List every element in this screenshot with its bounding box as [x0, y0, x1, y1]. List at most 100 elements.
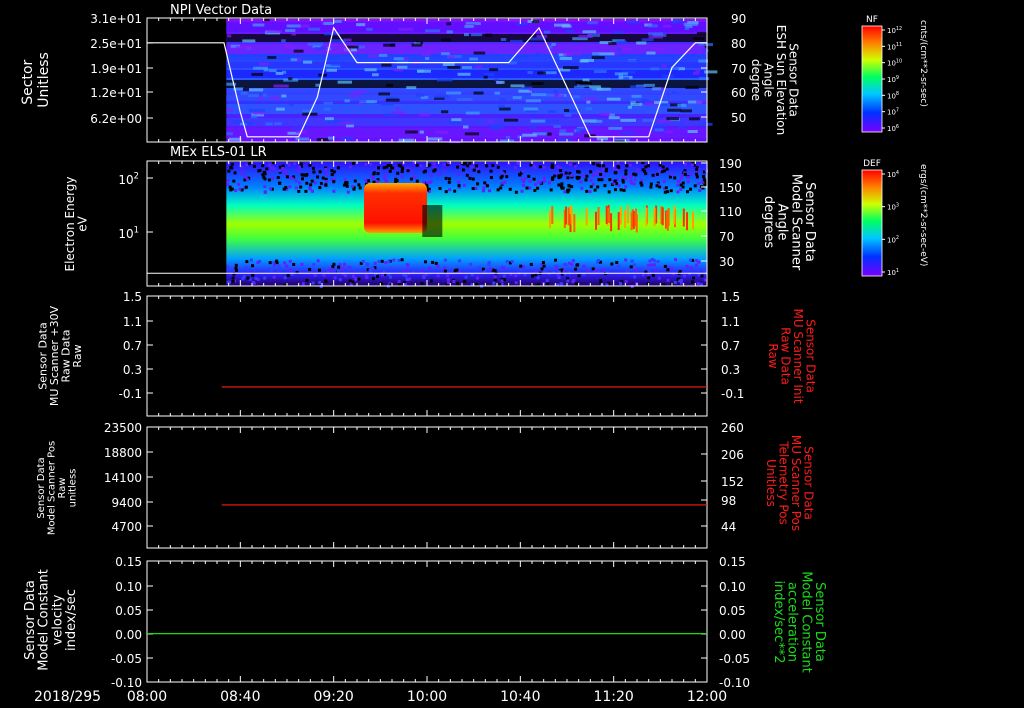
npi-pixel	[273, 84, 289, 88]
npi-pixel	[575, 81, 589, 85]
els-speckle	[487, 261, 491, 265]
npi-pixel	[426, 137, 443, 141]
npi-pixel	[324, 117, 334, 121]
els-speckle	[444, 190, 448, 194]
npi-pixel	[489, 124, 505, 128]
els-red-streak	[624, 209, 627, 228]
npi-right-tick: 50	[731, 111, 746, 125]
npi-pixel	[448, 121, 461, 125]
els-speckle	[634, 268, 638, 272]
npi-pixel	[530, 126, 537, 130]
npi-pixel	[242, 87, 249, 91]
npi-pixel	[250, 115, 258, 119]
npi-pixel	[551, 42, 556, 46]
els-speckle	[634, 173, 638, 177]
els-speckle	[562, 269, 566, 273]
els-speckle	[615, 260, 619, 264]
els-speckle	[263, 172, 267, 176]
els-speckle	[568, 162, 572, 166]
npi-pixel	[688, 117, 700, 121]
els-red-streak	[585, 207, 588, 226]
npi-pixel	[341, 137, 354, 141]
npi-pixel	[245, 100, 253, 104]
els-speckle	[304, 189, 308, 193]
p4-right-label-line: Unitless	[764, 459, 778, 507]
npi-pixel	[583, 97, 597, 101]
npi-pixel	[692, 71, 700, 75]
els-speckle	[381, 273, 385, 277]
npi-pixel	[425, 29, 441, 33]
els-speckle	[226, 183, 230, 187]
npi-pixel	[527, 70, 533, 74]
time-axis: 2018/295 08:00 08:40 09:20 10:00 10:40 11:20 1…	[34, 689, 727, 705]
els-speckle	[237, 182, 241, 186]
els-red-streak	[692, 211, 695, 230]
els-speckle	[267, 170, 271, 174]
els-speckle	[364, 162, 368, 166]
els-speckle	[508, 187, 512, 191]
els-red-burst	[364, 183, 427, 233]
els-speckle	[519, 264, 523, 268]
p5-right-tick: -0.05	[719, 652, 750, 666]
els-speckle	[382, 166, 386, 170]
els-speckle	[456, 173, 460, 177]
els-speckle	[657, 169, 661, 173]
npi-pixel	[446, 91, 462, 95]
npi-pixel	[456, 98, 473, 102]
els-speckle	[406, 268, 410, 272]
els-speckle	[257, 169, 261, 173]
panel-mex-els: MEx ELS-01 LR 102 101 Electron EnergyeV 190…	[63, 145, 817, 288]
els-speckle	[520, 189, 524, 193]
p3-left-label: Sensor DataMU Scanner +30VRaw DataRaw	[37, 305, 85, 406]
npi-pixel	[692, 37, 705, 41]
els-speckle	[252, 281, 256, 285]
els-speckle	[422, 275, 426, 279]
els-speckle	[248, 162, 252, 166]
els-speckle	[678, 279, 682, 283]
npi-pixel	[537, 71, 546, 75]
npi-pixel	[608, 42, 617, 46]
els-speckle	[337, 265, 341, 269]
els-speckle	[608, 178, 612, 182]
els-speckle	[249, 258, 253, 262]
els-speckle	[332, 180, 336, 184]
els-speckle	[662, 179, 666, 183]
els-speckle	[468, 161, 472, 165]
els-speckle	[314, 181, 318, 185]
els-speckle	[688, 258, 692, 262]
npi-pixel	[274, 122, 282, 126]
els-speckle	[230, 267, 234, 271]
els-speckle	[462, 183, 466, 187]
els-speckle	[301, 177, 305, 181]
p4-left-tick: 14100	[104, 471, 142, 485]
els-speckle	[336, 269, 340, 273]
panel-npi-vector: NPI Vector Data 3.1e+01 2.5e+01 1.9e+01 1.2…	[20, 3, 801, 144]
els-speckle	[443, 269, 447, 273]
els-speckle	[423, 260, 427, 264]
els-speckle	[585, 174, 589, 178]
npi-pixel	[496, 80, 505, 84]
els-speckle	[348, 279, 352, 283]
els-left-label: Electron EnergyeV	[63, 176, 90, 271]
npi-pixel	[585, 107, 592, 111]
els-speckle	[599, 173, 603, 177]
els-speckle	[308, 186, 312, 190]
els-speckle	[253, 268, 257, 272]
els-speckle	[384, 261, 388, 265]
els-red-streak	[686, 212, 689, 231]
els-speckle	[577, 175, 581, 179]
npi-pixel	[563, 108, 570, 112]
els-speckle	[522, 180, 526, 184]
els-speckle	[542, 179, 546, 183]
els-speckle	[400, 258, 404, 262]
els-speckle	[375, 179, 379, 183]
els-speckle	[685, 264, 689, 268]
els-speckle	[536, 276, 540, 280]
els-speckle	[299, 162, 303, 166]
els-speckle	[324, 172, 328, 176]
els-speckle	[542, 165, 546, 169]
els-speckle	[489, 176, 493, 180]
npi-pixel	[613, 30, 624, 34]
npi-pixel	[248, 94, 260, 98]
p4-left-label: Sensor DataModel Scanner PosRawunitless	[36, 441, 79, 535]
